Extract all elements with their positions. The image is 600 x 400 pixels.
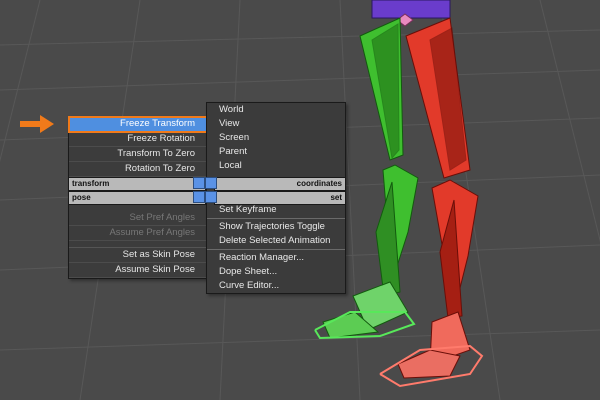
quad-selector-top-right[interactable] — [205, 177, 217, 189]
quad-title-set[interactable]: set — [214, 191, 346, 205]
menu-item-rotation-to-zero[interactable]: Rotation To Zero — [69, 162, 207, 177]
menu-item-transform-to-zero[interactable]: Transform To Zero — [69, 147, 207, 162]
menu-separator — [207, 218, 345, 219]
quad-selector-bottom-left[interactable] — [193, 191, 205, 203]
quad-title-transform[interactable]: transform — [68, 177, 206, 191]
menu-item-set-pref-angles: Set Pref Angles — [69, 211, 207, 226]
menu-separator — [69, 241, 207, 248]
arrow-right-icon — [20, 115, 54, 133]
pelvis-bone[interactable] — [371, 0, 451, 27]
menu-item-freeze-rotation[interactable]: Freeze Rotation — [69, 132, 207, 147]
menu-separator — [207, 249, 345, 250]
menu-item-freeze-transform[interactable]: Freeze Transform — [68, 116, 208, 133]
quad-selector-top-left[interactable] — [193, 177, 205, 189]
menu-item-set-as-skin-pose[interactable]: Set as Skin Pose — [69, 248, 207, 263]
menu-item-local[interactable]: Local — [207, 159, 345, 173]
menu-item-world[interactable]: World — [207, 103, 345, 117]
menu-item-curve-editor[interactable]: Curve Editor... — [207, 279, 345, 293]
menu-item-parent[interactable]: Parent — [207, 145, 345, 159]
menu-item-show-trajectories-toggle[interactable]: Show Trajectories Toggle — [207, 220, 345, 234]
menu-item-set-keyframe[interactable]: Set Keyframe — [207, 203, 345, 217]
quad-title-coordinates[interactable]: coordinates — [214, 177, 346, 191]
menu-item-delete-selected-animation[interactable]: Delete Selected Animation — [207, 234, 345, 248]
quad-title-pose[interactable]: pose — [68, 191, 206, 205]
menu-item-screen[interactable]: Screen — [207, 131, 345, 145]
menu-item-dope-sheet[interactable]: Dope Sheet... — [207, 265, 345, 279]
quad-selector-bottom-right[interactable] — [205, 191, 217, 203]
menu-item-assume-pref-angles: Assume Pref Angles — [69, 226, 207, 241]
menu-item-assume-skin-pose[interactable]: Assume Skin Pose — [69, 263, 207, 278]
menu-item-reaction-manager[interactable]: Reaction Manager... — [207, 251, 345, 265]
menu-item-view[interactable]: View — [207, 117, 345, 131]
